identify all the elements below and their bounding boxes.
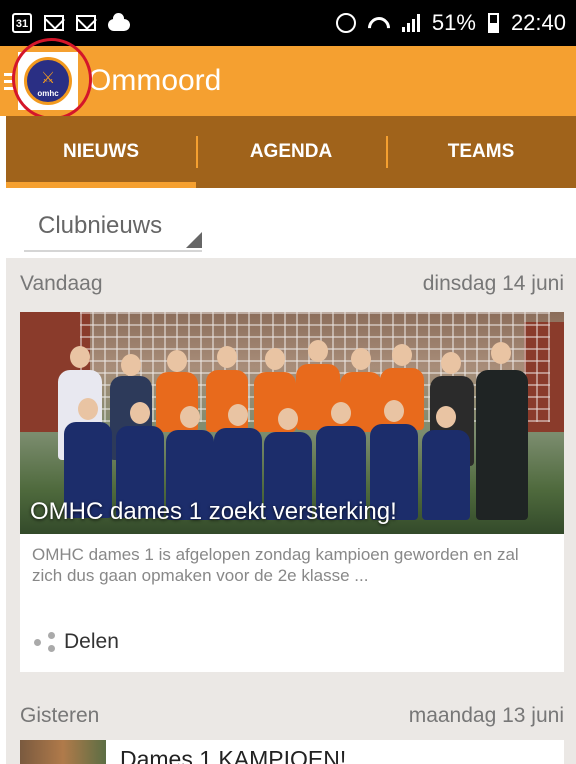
day-header: Gisteren maandag 13 juni xyxy=(20,704,564,728)
battery-icon xyxy=(487,13,499,33)
share-label: Delen xyxy=(64,630,119,653)
tab-nieuws[interactable]: NIEUWS xyxy=(6,116,196,188)
signal-icon xyxy=(401,14,420,32)
share-icon xyxy=(34,632,56,652)
news-summary: OMHC dames 1 is afgelopen zondag kampioe… xyxy=(32,545,519,585)
tab-bar: NIEUWS AGENDA TEAMS xyxy=(6,116,576,188)
day-label: Gisteren xyxy=(20,704,100,727)
day-label: Vandaag xyxy=(20,272,103,295)
wifi-icon xyxy=(368,13,390,33)
category-dropdown[interactable]: Clubnieuws xyxy=(24,204,202,252)
day-date: dinsdag 14 juni xyxy=(422,272,564,295)
mail-icon xyxy=(44,15,64,31)
news-title[interactable]: OMHC dames 1 zoekt versterking! xyxy=(30,498,397,526)
day-date: maandag 13 juni xyxy=(408,704,564,727)
calendar-icon: 31 xyxy=(12,13,32,33)
news-photo: OMHC dames 1 zoekt versterking! xyxy=(20,312,564,534)
tab-agenda[interactable]: AGENDA xyxy=(196,116,386,188)
mail-icon xyxy=(76,15,96,31)
tab-teams[interactable]: TEAMS xyxy=(386,116,576,188)
highlight-circle-annotation xyxy=(4,30,100,128)
share-button[interactable]: Delen xyxy=(34,630,119,654)
news-title: Dames 1 KAMPIOEN! xyxy=(120,746,347,764)
clock: 22:40 xyxy=(510,10,566,35)
news-card[interactable]: OMHC dames 1 zoekt versterking! OMHC dam… xyxy=(20,312,564,672)
club-logo[interactable]: ⚔ omhc xyxy=(4,30,100,128)
battery-percent: 51% xyxy=(431,10,476,35)
cloud-icon xyxy=(108,13,130,31)
day-header: Vandaag dinsdag 14 juni xyxy=(20,272,564,296)
status-bar: 31 51% 22:40 xyxy=(0,0,576,46)
news-thumbnail xyxy=(20,740,106,764)
app-title: Ommoord xyxy=(88,64,222,97)
category-selected: Clubnieuws xyxy=(38,212,163,239)
news-feed[interactable]: Vandaag dinsdag 14 juni OMHC dames 1 zoe… xyxy=(6,258,576,764)
app-bar: ⚔ omhc Ommoord xyxy=(0,30,576,128)
alarm-icon xyxy=(335,13,356,33)
dropdown-arrow-icon xyxy=(186,232,202,248)
news-card[interactable]: Dames 1 KAMPIOEN! xyxy=(20,740,564,764)
